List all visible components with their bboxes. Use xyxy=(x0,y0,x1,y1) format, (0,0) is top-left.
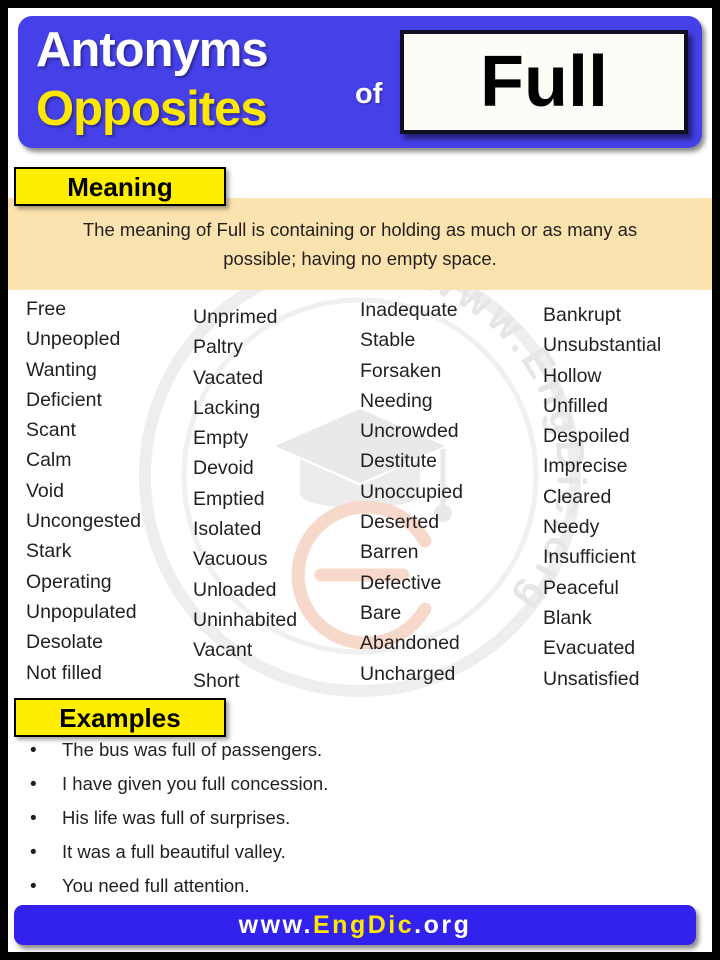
antonyms-column-4: Bankrupt Unsubstantial Hollow Unfilled D… xyxy=(543,300,661,694)
header-connector-of: of xyxy=(355,78,383,110)
antonym-item: Peaceful xyxy=(543,576,619,599)
antonym-item: Destitute xyxy=(360,450,437,473)
antonym-item: Scant xyxy=(26,419,76,442)
meaning-text: The meaning of Full is containing or hol… xyxy=(82,219,638,269)
poster-page: www.EngDic.org Antonym xyxy=(0,0,720,960)
examples-list: • The bus was full of passengers. • I ha… xyxy=(8,738,712,908)
antonym-item: Devoid xyxy=(193,457,254,480)
antonym-item: Uncharged xyxy=(360,662,456,685)
antonym-item: Empty xyxy=(193,427,249,450)
antonym-item: Defective xyxy=(360,571,442,594)
antonym-item: Unprimed xyxy=(193,306,278,328)
antonym-item: Vacated xyxy=(193,366,264,389)
url-suffix: .org xyxy=(414,911,472,939)
example-text: His life was full of surprises. xyxy=(62,807,291,828)
antonym-item: Barren xyxy=(360,541,419,564)
antonym-item: Stable xyxy=(360,329,416,352)
antonym-item: Deficient xyxy=(26,388,102,411)
antonym-item: Uncongested xyxy=(26,510,141,533)
poster-sheet: www.EngDic.org Antonym xyxy=(8,8,712,952)
antonym-item: Blank xyxy=(543,606,592,629)
poster-header: Antonyms Opposites of Full xyxy=(18,16,702,148)
example-list-item: • You need full attention. xyxy=(8,874,712,898)
antonym-item: Inadequate xyxy=(360,299,458,321)
meaning-box: The meaning of Full is containing or hol… xyxy=(8,198,712,290)
antonym-item: Unsubstantial xyxy=(543,334,662,357)
antonym-item: Hollow xyxy=(543,364,602,387)
antonym-item: Not filled xyxy=(26,661,102,684)
bullet-icon: • xyxy=(30,842,37,863)
antonym-item: Paltry xyxy=(193,336,243,359)
bullet-icon: • xyxy=(30,774,37,795)
bullet-icon: • xyxy=(30,740,37,761)
header-line-antonyms: Antonyms xyxy=(36,23,269,77)
example-list-item: • It was a full beautiful valley. xyxy=(8,840,712,864)
antonym-item: Vacant xyxy=(193,639,253,662)
antonym-item: Short xyxy=(193,669,240,692)
antonym-item: Unpeopled xyxy=(26,328,121,351)
antonym-item: Lacking xyxy=(193,396,261,419)
antonym-item: Stark xyxy=(26,540,72,563)
antonyms-column-3: Inadequate Stable Forsaken Needing Uncro… xyxy=(360,295,463,689)
antonym-item: Unloaded xyxy=(193,578,277,601)
antonyms-column-2: Unprimed Paltry Vacated Lacking Empty De… xyxy=(193,302,297,696)
antonym-item: Unpopulated xyxy=(26,600,137,623)
antonym-item: Despoiled xyxy=(543,425,630,448)
antonym-item: Emptied xyxy=(193,487,265,510)
antonym-item: Uninhabited xyxy=(193,608,298,631)
example-list-item: • The bus was full of passengers. xyxy=(8,738,712,762)
meaning-label-chip: Meaning xyxy=(14,167,226,206)
antonym-item: Unfilled xyxy=(543,394,609,417)
antonym-item: Unoccupied xyxy=(360,480,463,503)
examples-label-chip: Examples xyxy=(14,698,226,737)
antonym-item: Void xyxy=(26,479,64,502)
example-text: The bus was full of passengers. xyxy=(62,739,323,760)
antonym-item: Isolated xyxy=(193,518,262,541)
url-prefix: www. xyxy=(238,911,313,939)
example-text: You need full attention. xyxy=(62,875,250,896)
antonym-item: Desolate xyxy=(26,631,103,654)
example-list-item: • I have given you full concession. xyxy=(8,772,712,796)
example-list-item: • His life was full of surprises. xyxy=(8,806,712,830)
antonyms-column-1: Free Unpeopled Wanting Deficient Scant C… xyxy=(26,294,141,688)
antonym-item: Bare xyxy=(360,601,402,624)
antonym-item: Vacuous xyxy=(193,548,268,571)
antonym-item: Calm xyxy=(26,449,72,472)
antonym-item: Insufficient xyxy=(543,546,636,569)
antonym-item: Needy xyxy=(543,516,600,539)
antonym-item: Uncrowded xyxy=(360,420,459,443)
header-line-opposites: Opposites xyxy=(36,82,268,136)
antonym-item: Bankrupt xyxy=(543,304,622,326)
antonym-item: Wanting xyxy=(26,358,97,381)
example-text: It was a full beautiful valley. xyxy=(62,841,286,862)
headword-text: Full xyxy=(480,42,608,122)
antonym-item: Abandoned xyxy=(360,632,460,655)
antonym-item: Forsaken xyxy=(360,359,442,382)
site-footer-bar[interactable]: www.EngDic.org xyxy=(14,905,696,945)
antonyms-grid: Free Unpeopled Wanting Deficient Scant C… xyxy=(8,294,712,694)
url-brand: EngDic xyxy=(313,911,415,939)
header-title-block: Antonyms Opposites xyxy=(36,20,356,138)
antonym-item: Free xyxy=(26,298,67,320)
site-url[interactable]: www.EngDic.org xyxy=(239,912,472,938)
meaning-label-text: Meaning xyxy=(67,171,173,202)
bullet-icon: • xyxy=(30,876,37,897)
example-text: I have given you full concession. xyxy=(62,773,329,794)
antonym-item: Evacuated xyxy=(543,637,636,660)
antonym-item: Unsatisfied xyxy=(543,667,640,690)
antonym-item: Imprecise xyxy=(543,455,628,478)
antonym-item: Operating xyxy=(26,570,112,593)
headword-box: Full xyxy=(400,30,688,134)
examples-label-text: Examples xyxy=(59,702,181,733)
antonym-item: Cleared xyxy=(543,485,612,508)
antonym-item: Deserted xyxy=(360,511,440,534)
antonym-item: Needing xyxy=(360,389,433,412)
bullet-icon: • xyxy=(30,808,37,829)
